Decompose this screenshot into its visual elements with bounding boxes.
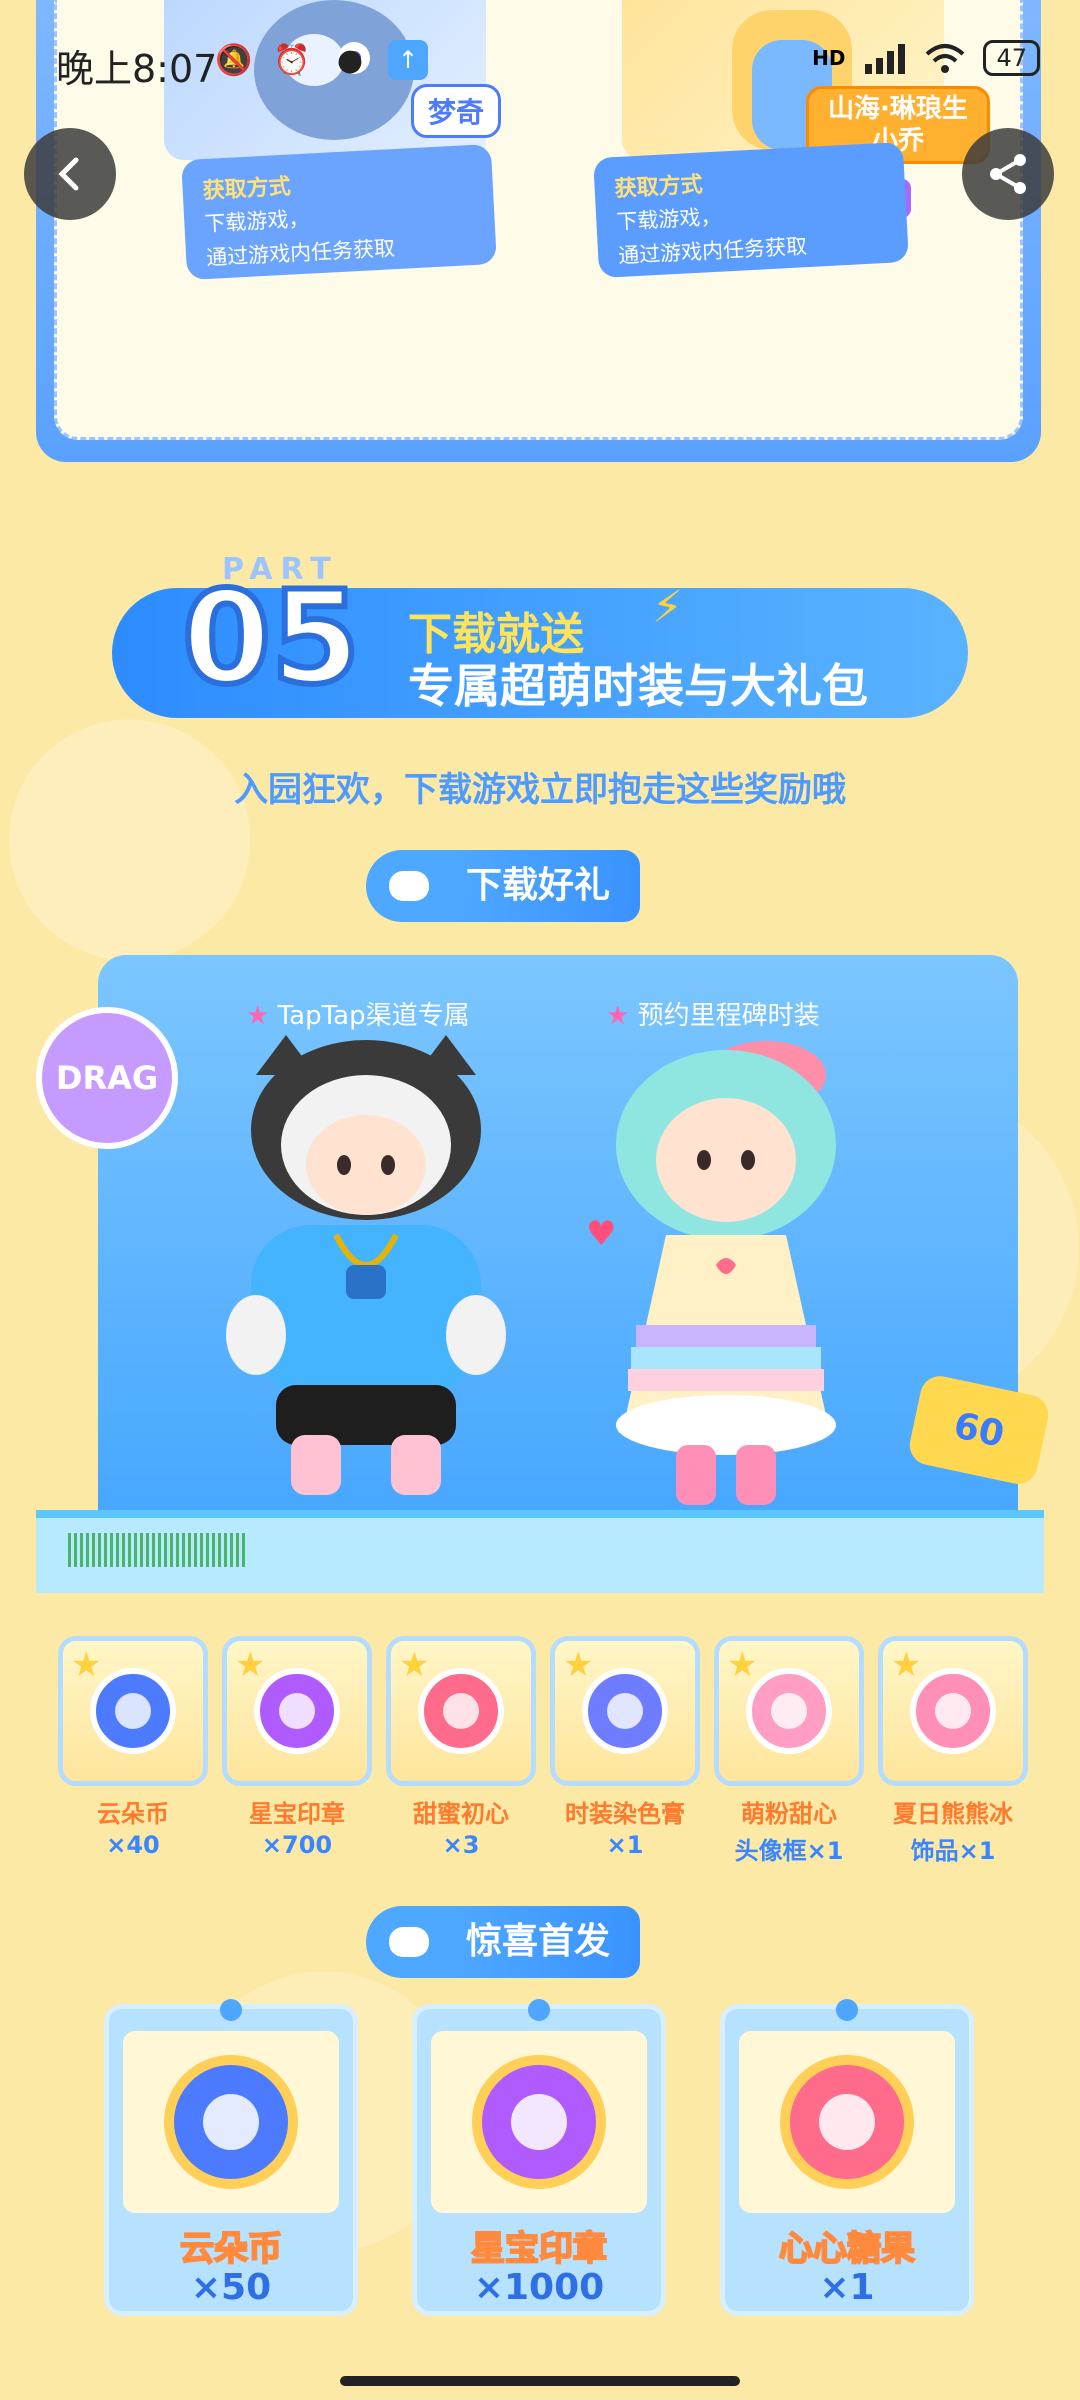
reward-qty: ×1 [606,1831,644,1859]
network-type-label: HD [812,46,846,70]
surprise-release-tag: 惊喜首发 [366,1906,641,1978]
surprise-reward-card: 云朵币 ×50 [104,1999,358,2316]
tag-arrow-icon [366,1906,452,1978]
download-gift-tag: 下载好礼 [366,850,641,922]
star-icon: ★ [399,1645,430,1685]
milestone-costume-text: 预约里程碑时装 [637,1001,820,1031]
star-icon: ★ [891,1645,922,1685]
battery-indicator: 47 [983,40,1040,76]
barcode-decoration [68,1533,248,1567]
section-subtitle: 入园狂欢，下载游戏立即抱走这些奖励哦 [234,770,846,810]
reward-box: ★ [222,1636,372,1786]
surprise-release-label: 惊喜首发 [452,1906,641,1978]
heart-candy-icon [780,2055,914,2189]
part-05-banner: PART 05 下载就送 专属超萌时装与大礼包 ⚡ [112,552,968,724]
surprise-reward-name: 云朵币 [179,2228,283,2270]
star-seal-icon [472,2055,606,2189]
part-number: 05 [179,561,363,716]
reward-name: 云朵币 [97,1800,169,1828]
reward-name: 夏日熊熊冰 [893,1800,1013,1828]
taptap-costume-text: TapTap渠道专属 [277,1001,470,1031]
status-bar: 晚上8:07 🔕 ⏰ ● ↑ HD 47 [0,0,1080,120]
reward-box: ★ [550,1636,700,1786]
download-gift-label: 下载好礼 [452,850,641,922]
reward-item: ★ 萌粉甜心头像框×1 [714,1636,864,1866]
lightning-icon: ⚡ [652,582,683,633]
reward-name: 甜蜜初心 [413,1800,509,1828]
surprise-reward-qty: ×1000 [473,2267,605,2308]
taptap-costume-label: ★ TapTap渠道专属 [246,1001,470,1031]
reward-name: 星宝印章 [249,1800,345,1828]
chevron-left-icon [58,157,79,191]
back-button[interactable] [24,128,116,220]
reward-item: ★ 星宝印章 ×700 [222,1636,372,1859]
star-icon: ★ [727,1645,758,1685]
upload-icon: ↑ [388,40,428,80]
reward-item: ★ 夏日熊熊冰饰品×1 [878,1636,1028,1866]
surprise-reward-card: 心心糖果 ×1 [720,1999,974,2316]
reward-box: ★ [714,1636,864,1786]
mute-icon: 🔕 [215,42,253,78]
cloud-coin-icon [164,2055,298,2189]
surprise-reward-name: 星宝印章 [470,2228,608,2270]
reward-qty: 饰品×1 [910,1837,996,1865]
reward-qty: ×700 [261,1831,333,1859]
reward-qty: 头像框×1 [734,1837,844,1865]
status-time: 晚上8:07 [56,47,218,91]
pin-icon [528,1999,550,2021]
reward-qty: ×40 [106,1831,160,1859]
reward-item: ★ 甜蜜初心 ×3 [386,1636,536,1859]
star-icon: ★ [71,1645,102,1685]
drag-stamp-badge: DRAG [36,1007,178,1149]
status-system-icons: HD 47 [812,40,1040,76]
star-icon: ★ [235,1645,266,1685]
home-indicator[interactable] [340,2376,740,2386]
surprise-reward-card: 星宝印章 ×1000 [412,1999,666,2316]
reward-name: 萌粉甜心 [741,1800,837,1828]
share-button[interactable] [962,128,1054,220]
rainbow-dress-character: ♥ [586,1041,836,1505]
svg-text:♥: ♥ [586,1214,616,1254]
wifi-icon [926,44,965,73]
surprise-reward-image [431,2031,647,2213]
reward-qty: ×3 [442,1831,480,1859]
part-title-line2: 专属超萌时装与大礼包 [408,659,868,713]
surprise-reward-name: 心心糖果 [778,2228,916,2270]
surprise-reward-image [739,2031,955,2213]
cellular-signal-icon [865,44,906,74]
obtain-info-card: 获取方式 下载游戏， 通过游戏内任务获取 [181,143,497,281]
obtain-info-card: 获取方式 下载游戏， 通过游戏内任务获取 [593,141,909,279]
download-gift-panel: ★ TapTap渠道专属 ★ 预约里程碑时装 ♥ DRAG 60 [36,955,1052,1593]
milestone-costume-label: ★ 预约里程碑时装 [606,1001,820,1031]
reward-item: ★ 云朵币 ×40 [58,1636,208,1859]
tag-arrow-icon [366,850,452,922]
app-notification-icon: ● [336,42,364,78]
status-notification-icons: 🔕 ⏰ ● ↑ [214,40,428,80]
reward-item: ★ 时装染色膏 ×1 [550,1636,700,1859]
reward-box: ★ [386,1636,536,1786]
surprise-reward-qty: ×50 [190,2267,272,2308]
reward-box: ★ [878,1636,1028,1786]
alarm-icon: ⏰ [273,42,311,78]
reward-name: 时装染色膏 [565,1800,685,1828]
pin-icon [836,1999,858,2021]
surprise-reward-qty: ×1 [819,2267,875,2308]
pin-icon [220,1999,242,2021]
share-icon [990,154,1026,194]
star-icon: ★ [563,1645,594,1685]
reward-box: ★ [58,1636,208,1786]
surprise-reward-image [123,2031,339,2213]
husky-costume-character [226,1035,506,1495]
